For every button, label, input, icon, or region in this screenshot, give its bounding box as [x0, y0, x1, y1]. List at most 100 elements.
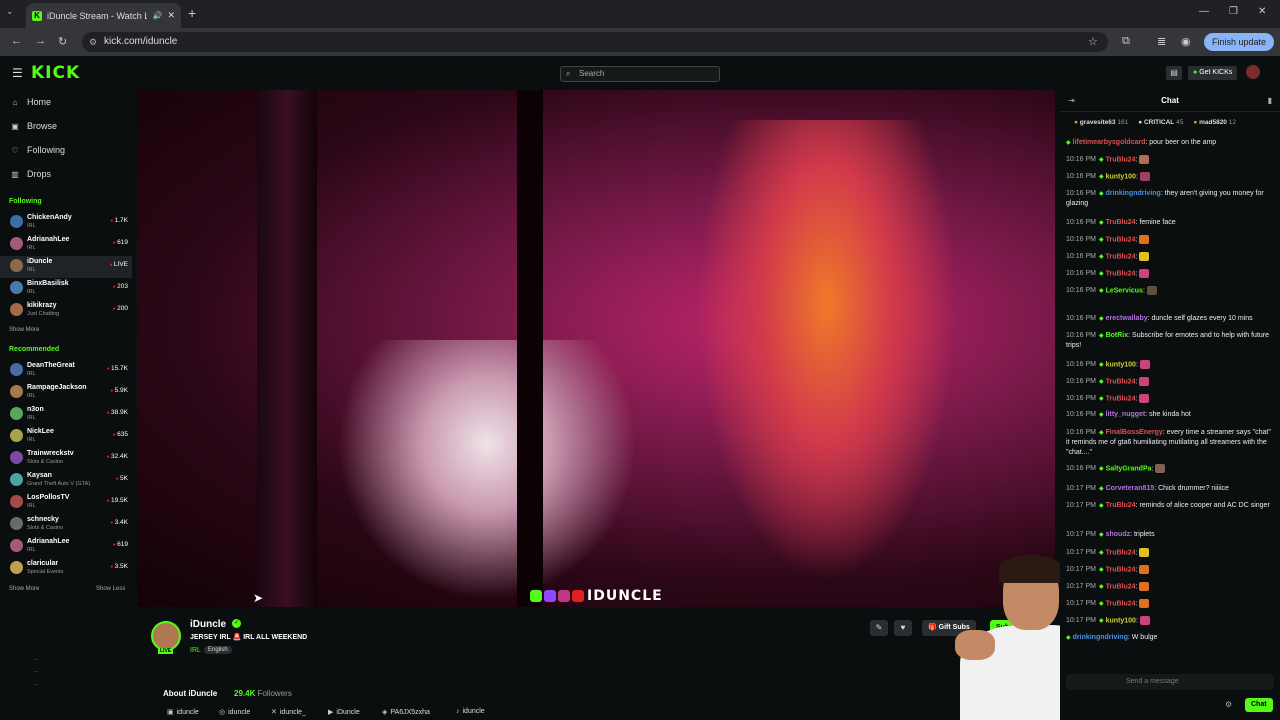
streamer-avatar[interactable] [151, 621, 181, 651]
chat-emote-icon [1139, 172, 1150, 181]
nav-browse[interactable]: ▣ Browse [10, 121, 57, 131]
streamer-name[interactable]: iDuncle [190, 619, 226, 630]
chat-username[interactable]: TruBlu24 [1106, 566, 1136, 573]
chat-settings-icon[interactable]: ⚙ [1225, 700, 1232, 709]
sidebar-channel[interactable]: BinxBasilisk IRL 203 [0, 278, 132, 300]
reload-icon[interactable]: ↻ [58, 35, 67, 48]
show-more-following[interactable]: Show More [9, 327, 39, 333]
chat-username[interactable]: TruBlu24 [1106, 583, 1136, 590]
profile-icon[interactable]: ◉ [1181, 35, 1191, 48]
nav-following[interactable]: ♡ Following [10, 145, 65, 155]
follow-heart-icon[interactable]: ♥ [894, 620, 912, 636]
sidebar-channel[interactable]: DeanTheGreat IRL 15.7K [0, 360, 132, 382]
window-close-icon[interactable]: ✕ [1258, 6, 1266, 17]
social-link[interactable]: ✕ iduncle_ [271, 708, 306, 717]
sidebar-channel[interactable]: claricular Special Events 3.5K [0, 558, 132, 580]
bookmark-star-icon[interactable]: ☆ [1088, 35, 1098, 48]
chat-username[interactable]: Corveteran815 [1106, 485, 1155, 492]
social-link[interactable]: ▣ iduncle [167, 708, 199, 717]
leader-2[interactable]: ● CRITICAL 45 [1138, 119, 1183, 126]
tab-list-icon[interactable]: ⌄ [6, 6, 14, 17]
show-more-recommended[interactable]: Show More [9, 586, 39, 592]
tab-audio-icon[interactable]: 🔊 [152, 11, 162, 20]
clip-icon[interactable]: ✎ [870, 620, 888, 636]
social-link[interactable]: ◈ PA6JX5zxha [382, 708, 430, 717]
chat-username[interactable]: TruBlu24 [1106, 395, 1136, 402]
video-player[interactable]: IDUNCLE [137, 90, 1055, 607]
extensions-icon[interactable]: ⧉ [1122, 35, 1130, 48]
sidebar-channel[interactable]: NickLee IRL 635 [0, 426, 132, 448]
nav-browse-label: Browse [27, 121, 58, 131]
chat-username[interactable]: shoudz [1106, 531, 1131, 538]
leader-3[interactable]: ● mad5820 12 [1193, 119, 1236, 126]
sidebar-channel[interactable]: LosPollosTV IRL 19.5K [0, 492, 132, 514]
browser-tab-bar: ⌄ K iDuncle Stream - Watch Live 🔊 ✕ + — … [0, 0, 1280, 28]
chat-username[interactable]: TruBlu24 [1106, 502, 1136, 509]
chat-message: 10:16 PM ◆ drinkingndriving: they aren't g… [1066, 189, 1274, 209]
back-icon[interactable]: ← [11, 35, 22, 47]
chat-send-button[interactable]: Chat [1245, 698, 1273, 712]
chat-username[interactable]: SaltyGrandPa [1106, 465, 1152, 472]
chat-username[interactable]: erectwallaby [1106, 315, 1148, 322]
sidebar-channel[interactable]: iDuncle IRL LIVE [0, 256, 132, 278]
search-input[interactable]: ⌕ Search [560, 66, 720, 82]
language-tag[interactable]: English [204, 646, 232, 654]
user-avatar[interactable] [1246, 65, 1260, 79]
leader-1[interactable]: ● gravesite63 161 [1074, 119, 1128, 126]
media-controls-icon[interactable]: ≣ [1157, 35, 1166, 48]
chat-username[interactable]: drinkingndriving [1073, 634, 1128, 641]
channel-avatar [10, 429, 23, 442]
chat-username[interactable]: TruBlu24 [1106, 270, 1136, 277]
chat-username[interactable]: kunty100 [1106, 361, 1136, 368]
stream-category[interactable]: IRL [190, 647, 201, 654]
show-less-recommended[interactable]: Show Less [96, 586, 125, 592]
chat-username[interactable]: kunty100 [1106, 173, 1136, 180]
chat-username[interactable]: litty_nugget [1106, 411, 1146, 418]
tab-close-icon[interactable]: ✕ [167, 10, 175, 21]
sidebar-channel[interactable]: Kaysan Grand Theft Auto V (GTA) 5K [0, 470, 132, 492]
chat-username[interactable]: TruBlu24 [1106, 600, 1136, 607]
browser-tab[interactable]: K iDuncle Stream - Watch Live 🔊 ✕ [26, 3, 181, 28]
menu-icon[interactable]: ☰ [12, 66, 23, 80]
chat-username[interactable]: TruBlu24 [1106, 253, 1136, 260]
chat-username[interactable]: TruBlu24 [1106, 219, 1136, 226]
nav-drops[interactable]: ▥ Drops [10, 169, 51, 179]
chat-timestamp: 10:16 PM [1066, 429, 1096, 436]
sidebar-channel[interactable]: ChickenAndy IRL 1.7K [0, 212, 132, 234]
chat-username[interactable]: TruBlu24 [1106, 549, 1136, 556]
sidebar-channel[interactable]: kikikrazy Just Chatting 200 [0, 300, 132, 322]
chat-input[interactable]: Send a message [1066, 674, 1274, 690]
site-info-icon[interactable]: ⚙ [89, 32, 97, 52]
get-kicks-button[interactable]: ● Get KICKs [1188, 66, 1238, 80]
chat-username[interactable]: kunty100 [1106, 617, 1136, 624]
address-bar[interactable]: ⚙ kick.com/iduncle [82, 32, 1108, 52]
new-tab-button[interactable]: + [188, 5, 196, 21]
chat-username[interactable]: lifetimearbysgoldcard [1073, 139, 1146, 146]
chat-username[interactable]: TruBlu24 [1106, 236, 1136, 243]
chat-menu-icon[interactable]: ▮ [1268, 96, 1272, 105]
sidebar-channel[interactable]: AdrianahLee IRL 619 [0, 536, 132, 558]
social-link[interactable]: ◎ iduncle [219, 708, 250, 717]
sidebar-channel[interactable]: RampageJackson IRL 5.9K [0, 382, 132, 404]
minimize-icon[interactable]: — [1199, 6, 1209, 17]
sidebar-channel[interactable]: AdrianahLee IRL 619 [0, 234, 132, 256]
sidebar-channel[interactable]: Trainwreckstv Slots & Casino 32.4K [0, 448, 132, 470]
finish-update-button[interactable]: Finish update [1204, 33, 1275, 51]
chat-username[interactable]: FinalBossEnergy [1106, 429, 1163, 436]
social-link[interactable]: ▶ iDuncle [328, 708, 360, 717]
chat-message: ◆ drinkingndriving: W bulge [1066, 633, 1274, 643]
nav-home[interactable]: ⌂ Home [10, 97, 51, 107]
chat-username[interactable]: drinkingndriving [1106, 190, 1161, 197]
sidebar-channel[interactable]: n3on IRL 38.9K [0, 404, 132, 426]
chat-username[interactable]: BotRix [1106, 332, 1129, 339]
chat-badge-icon: ◆ [1098, 379, 1104, 386]
social-link[interactable]: ♪ iduncle [456, 708, 485, 715]
chat-username[interactable]: LeServicus [1106, 287, 1143, 294]
sidebar-channel[interactable]: schnecky Slots & Casino 3.4K [0, 514, 132, 536]
forward-icon[interactable]: → [35, 35, 46, 47]
layout-icon[interactable]: ▤ [1166, 66, 1182, 80]
chat-username[interactable]: TruBlu24 [1106, 156, 1136, 163]
kick-logo[interactable]: KICK [31, 63, 80, 83]
chat-username[interactable]: TruBlu24 [1106, 378, 1136, 385]
maximize-icon[interactable]: ❐ [1229, 6, 1238, 17]
